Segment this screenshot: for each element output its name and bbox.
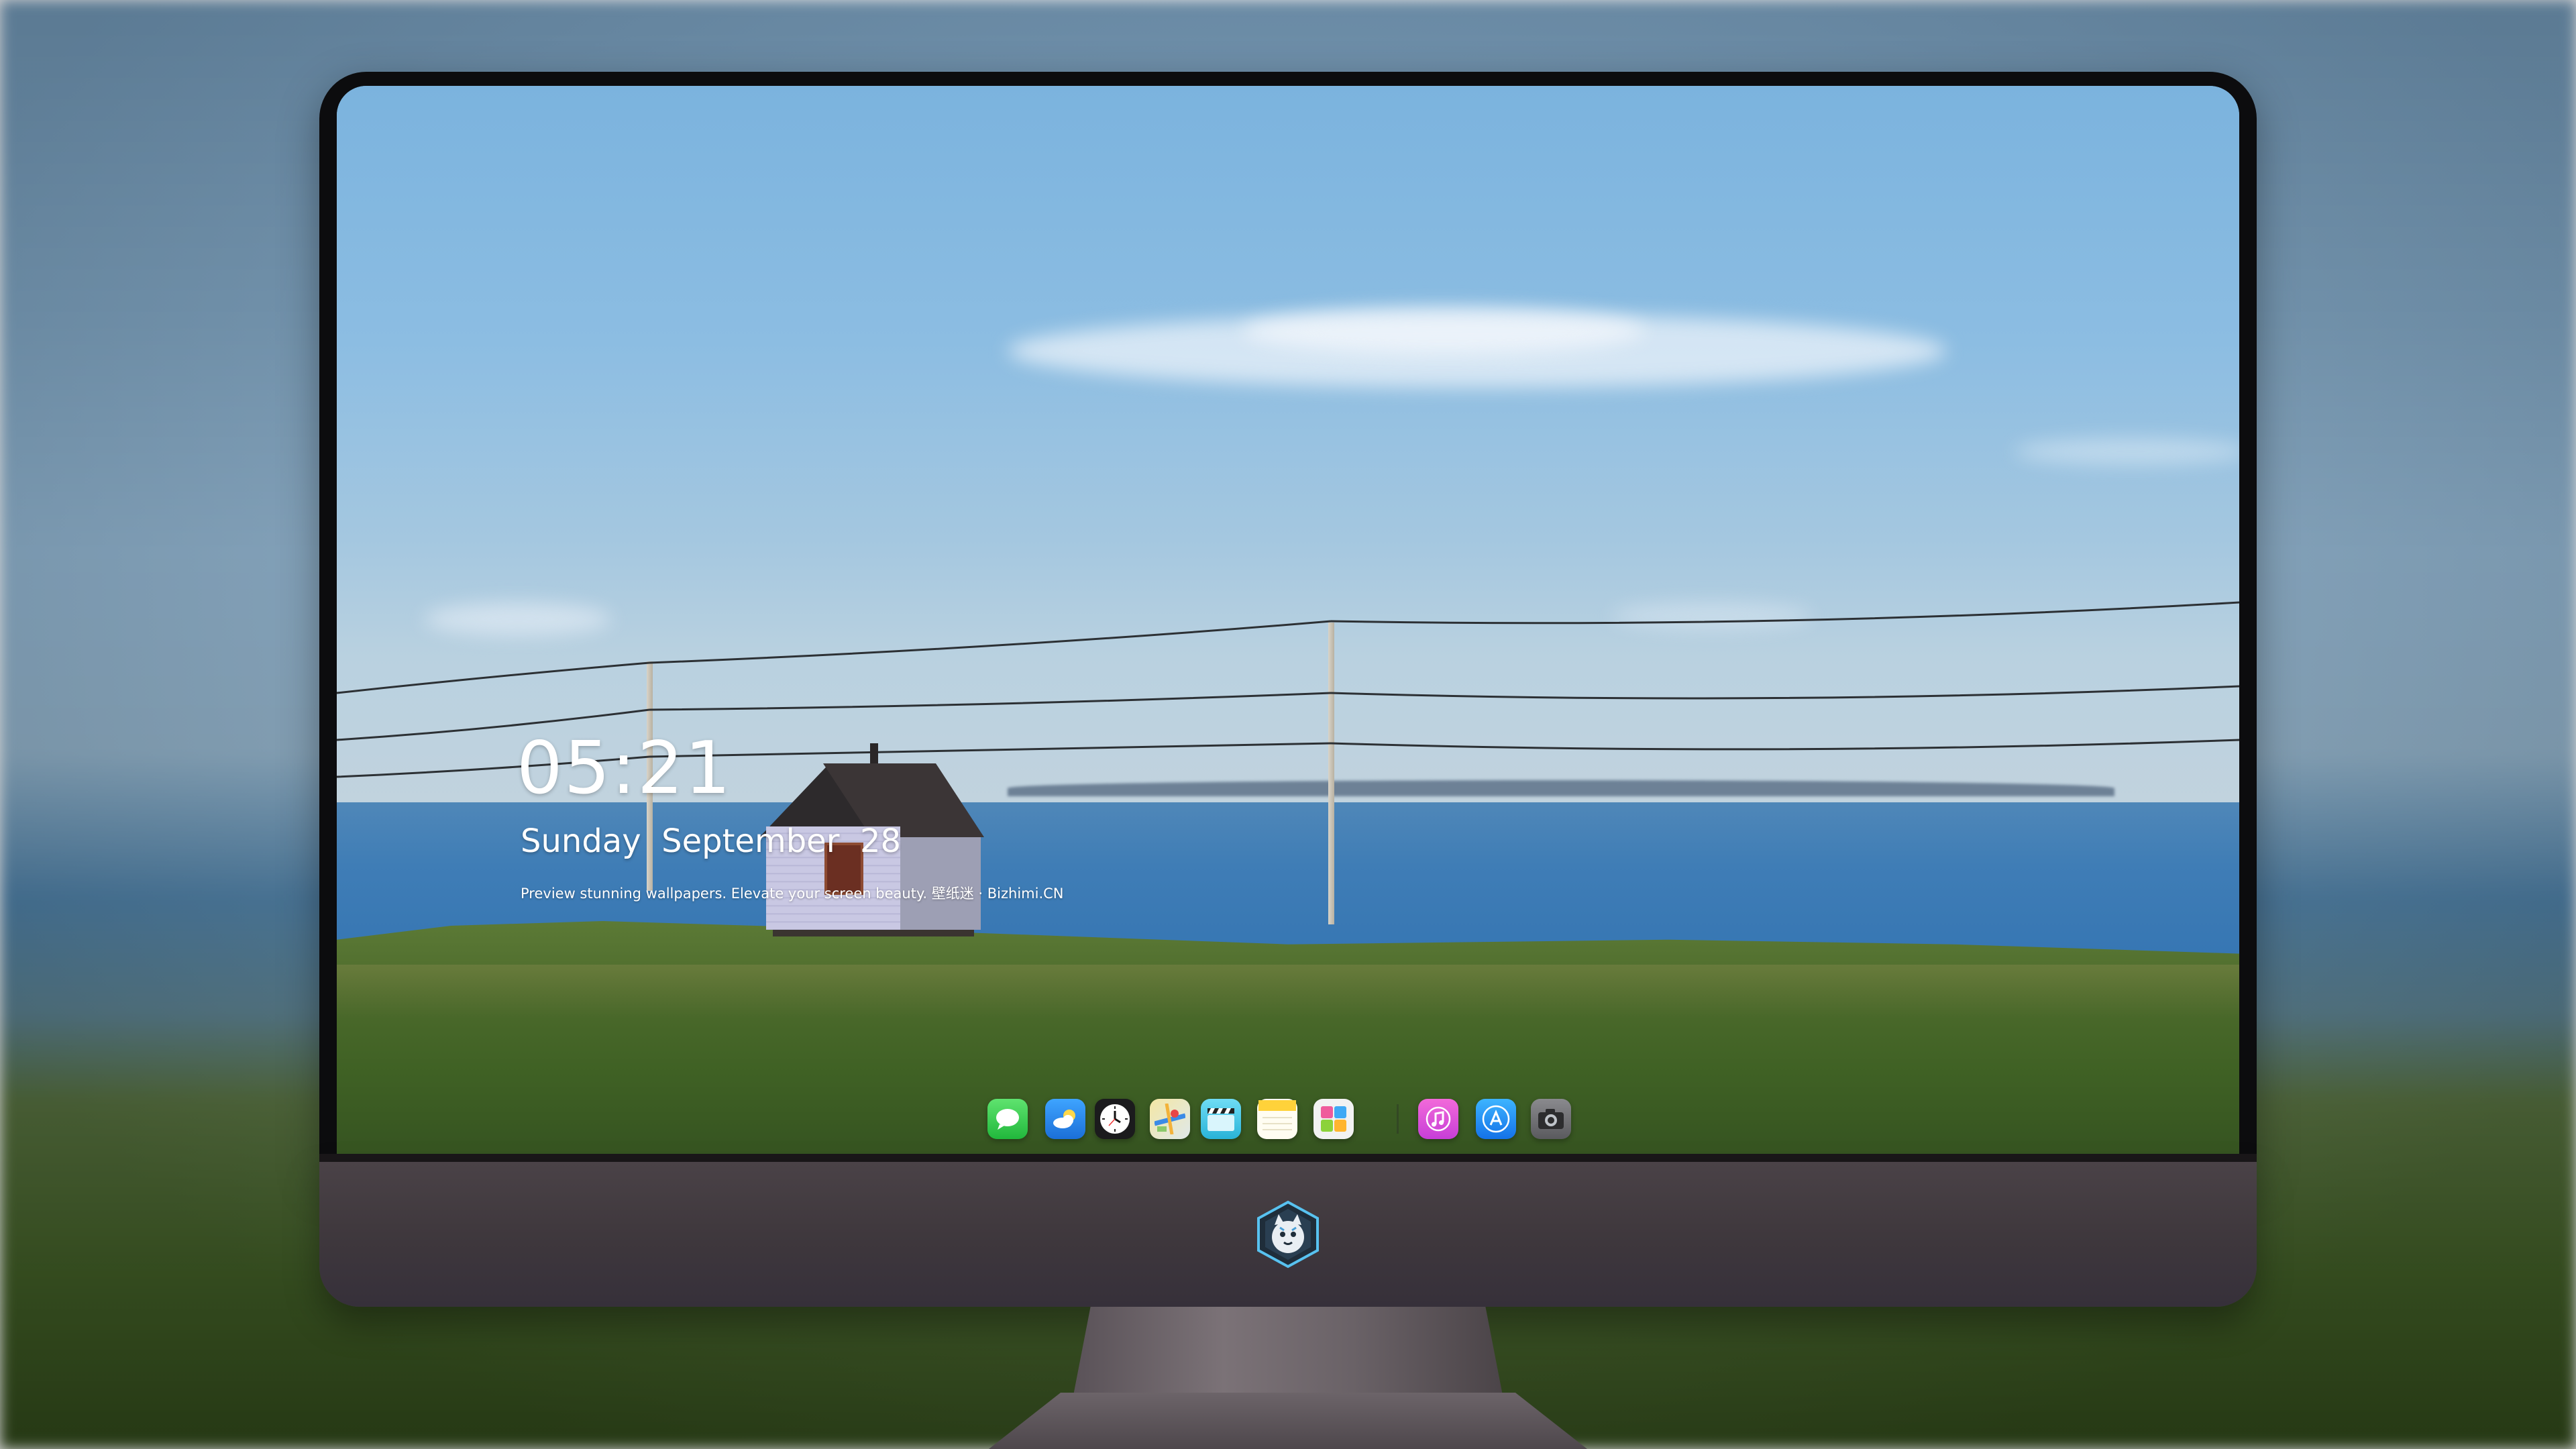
messages-icon[interactable] (987, 1099, 1028, 1139)
lockscreen-time: 05:21 (517, 727, 733, 810)
videos-icon[interactable] (1201, 1099, 1241, 1139)
music-icon[interactable] (1418, 1099, 1458, 1139)
app-dock (987, 1092, 1591, 1146)
notes-icon[interactable] (1257, 1099, 1297, 1139)
maps-icon[interactable] (1150, 1099, 1190, 1139)
camera-icon[interactable] (1531, 1099, 1571, 1139)
app-store-icon[interactable] (1476, 1099, 1516, 1139)
monitor-stand-base (989, 1393, 1587, 1449)
monitor-screen: 05:21 Sunday September 28 Preview stunni… (337, 86, 2239, 1154)
wallpaper-power-lines (337, 601, 2239, 778)
house-base (773, 930, 974, 936)
weather-icon[interactable] (1045, 1099, 1085, 1139)
game-center-icon[interactable] (1313, 1099, 1354, 1139)
lockscreen-tagline: Preview stunning wallpapers. Elevate you… (521, 885, 1064, 902)
monitor-stand-neck (1073, 1307, 1503, 1395)
dock-separator (1397, 1104, 1399, 1134)
clock-icon[interactable] (1095, 1099, 1135, 1139)
lockscreen-date: Sunday September 28 (521, 822, 902, 860)
tiger-mascot-logo (1253, 1199, 1323, 1269)
